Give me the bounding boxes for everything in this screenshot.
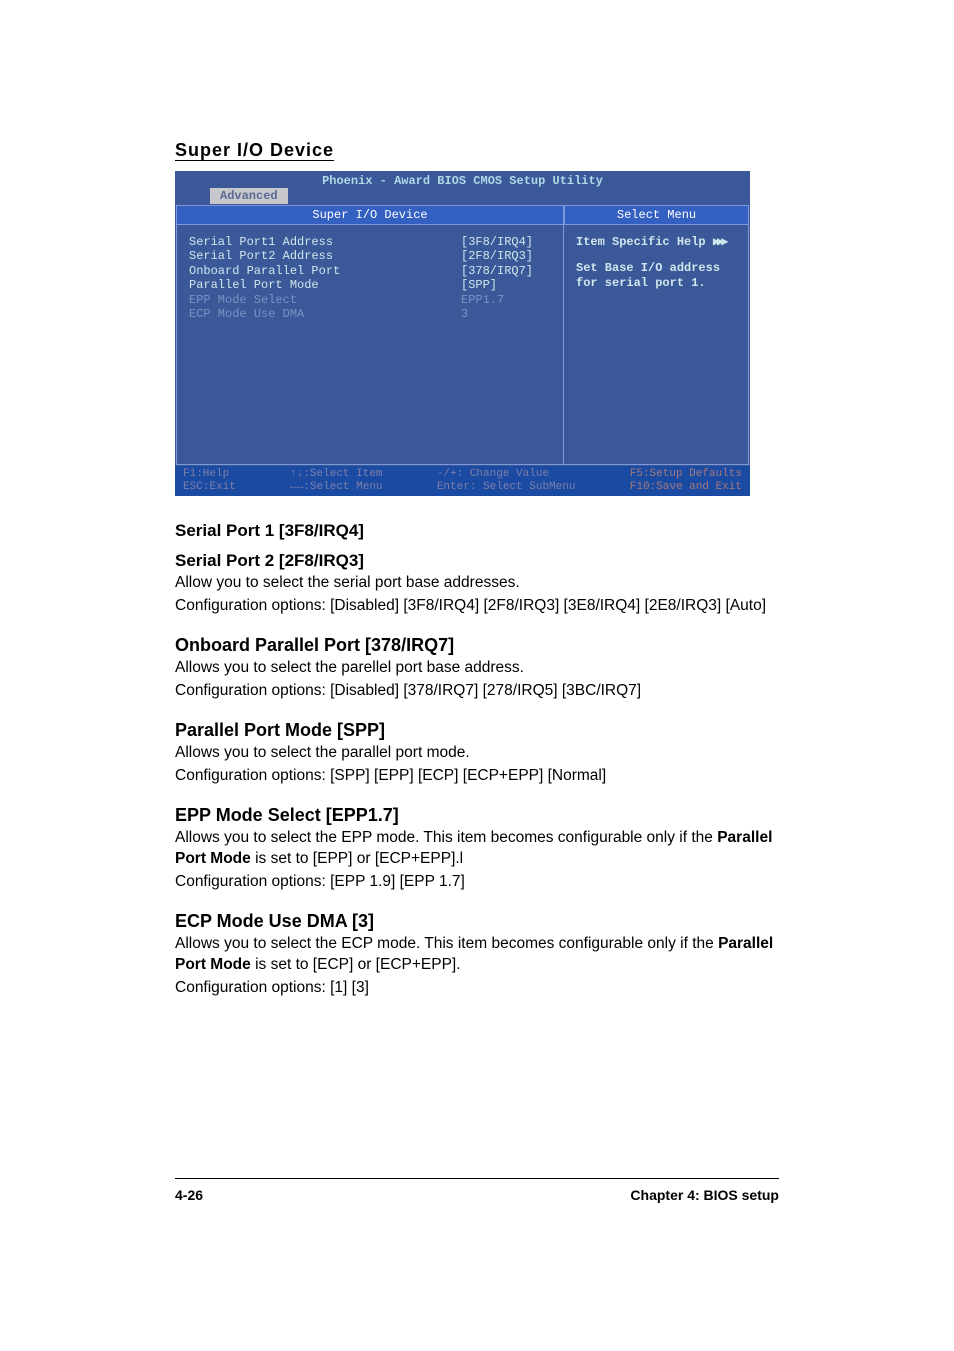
heading-onboard-parallel: Onboard Parallel Port [378/IRQ7] (175, 635, 779, 656)
heading-parallel-port-mode: Parallel Port Mode [SPP] (175, 720, 779, 741)
section-title: Super I/O Device (175, 140, 779, 161)
body-text: Configuration options: [1] [3] (175, 978, 779, 999)
chapter-title: Chapter 4: BIOS setup (630, 1187, 779, 1203)
body-text: Configuration options: [Disabled] [3F8/I… (175, 596, 779, 617)
bios-screenshot: Phoenix - Award BIOS CMOS Setup Utility … (175, 171, 750, 496)
bios-item: Serial Port1 Address [3F8/IRQ4] (189, 235, 551, 249)
page-number: 4-26 (175, 1187, 203, 1203)
bios-item: ECP Mode Use DMA 3 (189, 307, 551, 321)
arrows-icon: ▶▶▶ (713, 235, 726, 249)
page-footer: 4-26 Chapter 4: BIOS setup (175, 1178, 779, 1203)
heading-serial2: Serial Port 2 [2F8/IRQ3] (175, 551, 779, 571)
bios-item: EPP Mode Select EPP1.7 (189, 293, 551, 307)
body-text: Allows you to select the ECP mode. This … (175, 934, 779, 976)
bios-item: Serial Port2 Address [2F8/IRQ3] (189, 249, 551, 263)
body-text: Configuration options: [EPP 1.9] [EPP 1.… (175, 872, 779, 893)
bios-footer: F1:Help ESC:Exit ↑↓:Select Item ←→:Selec… (175, 466, 750, 496)
body-text: Allows you to select the parellel port b… (175, 658, 779, 679)
bios-item: Parallel Port Mode [SPP] (189, 278, 551, 292)
bios-help: Item Specific Help ▶▶▶ Set Base I/O addr… (564, 225, 749, 465)
bios-tabs: Advanced (175, 188, 750, 204)
bios-header-right: Select Menu (564, 205, 749, 225)
body-text: Allows you to select the EPP mode. This … (175, 828, 779, 870)
body-text: Configuration options: [SPP] [EPP] [ECP]… (175, 766, 779, 787)
bios-tab-advanced: Advanced (210, 188, 288, 204)
bios-content-left: Serial Port1 Address [3F8/IRQ4] Serial P… (176, 225, 564, 465)
bios-header-left: Super I/O Device (176, 205, 564, 225)
heading-ecp-mode: ECP Mode Use DMA [3] (175, 911, 779, 932)
heading-serial1: Serial Port 1 [3F8/IRQ4] (175, 521, 779, 541)
body-text: Allow you to select the serial port base… (175, 573, 779, 594)
bios-item: Onboard Parallel Port [378/IRQ7] (189, 264, 551, 278)
heading-epp-mode: EPP Mode Select [EPP1.7] (175, 805, 779, 826)
body-text: Configuration options: [Disabled] [378/I… (175, 681, 779, 702)
body-text: Allows you to select the parallel port m… (175, 743, 779, 764)
bios-titlebar: Phoenix - Award BIOS CMOS Setup Utility (175, 171, 750, 188)
